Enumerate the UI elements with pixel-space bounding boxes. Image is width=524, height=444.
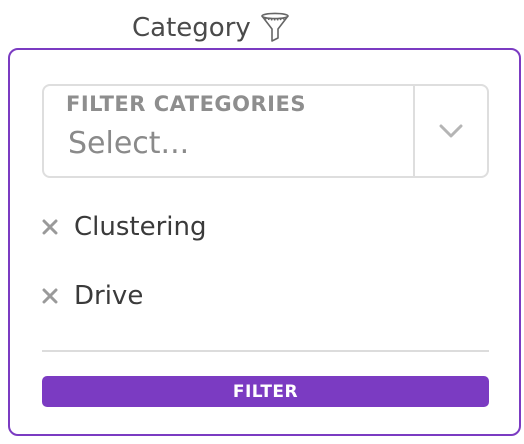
selected-category-label: Clustering [74,212,207,242]
close-icon[interactable] [40,217,60,237]
select-value-container[interactable]: FILTER CATEGORIES Select... [44,86,413,176]
select-label: FILTER CATEGORIES [66,92,306,116]
select-placeholder: Select... [68,126,190,161]
filter-categories-select[interactable]: FILTER CATEGORIES Select... [42,84,489,178]
selected-category-item: Clustering [40,212,207,242]
category-filter-popover: FILTER CATEGORIES Select... Clustering D… [8,48,521,436]
funnel-icon[interactable] [257,10,293,46]
selected-category-label: Drive [74,281,144,311]
selected-category-item: Drive [40,281,143,311]
close-icon[interactable] [40,286,60,306]
filter-button[interactable]: FILTER [42,376,489,407]
chevron-down-icon [439,124,463,138]
column-header-label: Category [132,13,251,43]
column-header: Category [132,8,293,48]
divider [42,350,489,352]
dropdown-toggle-button[interactable] [415,86,487,176]
